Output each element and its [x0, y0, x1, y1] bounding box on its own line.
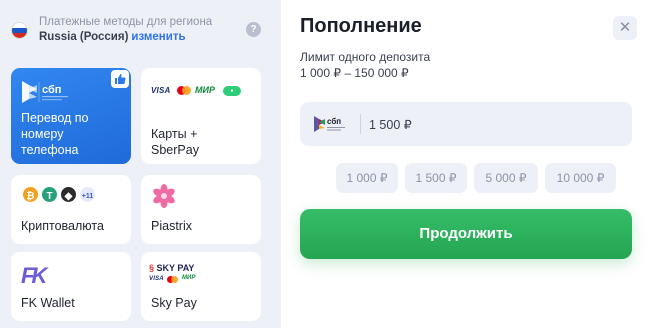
deposit-limit-label: Лимит одного депозита — [300, 50, 431, 64]
piastrix-flower-icon — [151, 183, 177, 214]
skypay-logo-icon: § SKY PAY VISA МИР — [149, 263, 196, 283]
mir-icon: МИР — [182, 275, 196, 281]
region-selector: Платежные методы для региона Russia (Рос… — [11, 14, 271, 46]
help-icon[interactable]: ? — [246, 22, 261, 37]
change-region-link[interactable]: изменить — [131, 31, 185, 43]
bitcoin-icon: ₿ — [21, 185, 40, 204]
amount-input[interactable] — [369, 113, 619, 135]
ethereum-icon: ◆ — [59, 185, 78, 204]
divider — [360, 114, 361, 134]
sbp-logo-icon: сбп — [314, 114, 348, 139]
sbp-logo-text: сбп — [327, 117, 341, 126]
method-card-piastrix[interactable]: Piastrix — [141, 175, 261, 244]
deposit-limit-range: 1 000 ₽ – 150 000 ₽ — [300, 66, 409, 80]
method-label-line: телефона — [21, 143, 79, 157]
sberpay-icon: ● — [223, 86, 241, 96]
preset-amount-chip[interactable]: 1 500 ₽ — [405, 163, 467, 193]
method-card-skypay[interactable]: § SKY PAY VISA МИР Sky Pay — [141, 252, 261, 321]
method-label-line: номеру — [21, 127, 64, 141]
visa-icon: VISA — [149, 276, 164, 282]
sbp-logo-text: сбп — [42, 84, 61, 96]
region-country-name: Russia (Россия) — [39, 31, 129, 43]
mir-icon: МИР — [195, 85, 215, 95]
fk-wallet-logo-icon: FK — [21, 263, 47, 288]
payment-methods-panel: Платежные методы для региона Russia (Рос… — [0, 0, 281, 328]
region-label: Платежные методы для региона — [39, 16, 213, 28]
method-card-sbp[interactable]: сбп Перевод по номеру телефона — [11, 68, 131, 164]
method-label-sbp: Перевод по номеру телефона — [21, 110, 89, 158]
thumbs-up-icon — [111, 70, 129, 88]
region-country: Russia (Россия) изменить — [39, 31, 186, 43]
tether-icon: T — [40, 185, 59, 204]
continue-button[interactable]: Продолжить — [300, 209, 632, 259]
method-label-line: SberPay — [151, 143, 199, 157]
panel-title: Пополнение — [300, 15, 422, 37]
skypay-logo-text: SKY PAY — [156, 263, 195, 273]
method-label-skypay: Sky Pay — [151, 296, 197, 310]
method-label-line: Карты + — [151, 127, 198, 141]
method-label-piastrix: Piastrix — [151, 219, 192, 233]
method-card-crypto[interactable]: ₿ T ◆ +11 Криптовалюта — [11, 175, 131, 244]
method-label-line: Перевод по — [21, 111, 89, 125]
more-coins-badge: +11 — [78, 185, 97, 204]
preset-amount-chip[interactable]: 5 000 ₽ — [474, 163, 538, 193]
preset-amount-chip[interactable]: 10 000 ₽ — [545, 163, 616, 193]
method-label-crypto: Криптовалюта — [21, 219, 104, 233]
amount-field: сбп — [300, 102, 632, 146]
method-card-cards[interactable]: VISA МИР ● Карты + SberPay — [141, 68, 261, 164]
deposit-panel: Пополнение ✕ Лимит одного депозита 1 000… — [281, 0, 656, 328]
russia-flag-icon — [11, 22, 28, 39]
method-label-cards: Карты + SberPay — [151, 126, 199, 158]
sbp-logo-icon: сбп — [22, 79, 72, 110]
visa-icon: VISA — [151, 86, 171, 95]
close-button[interactable]: ✕ — [613, 16, 637, 40]
preset-amount-chip[interactable]: 1 000 ₽ — [336, 163, 398, 193]
method-label-fkwallet: FK Wallet — [21, 296, 75, 310]
method-card-fkwallet[interactable]: FK FK Wallet — [11, 252, 131, 321]
